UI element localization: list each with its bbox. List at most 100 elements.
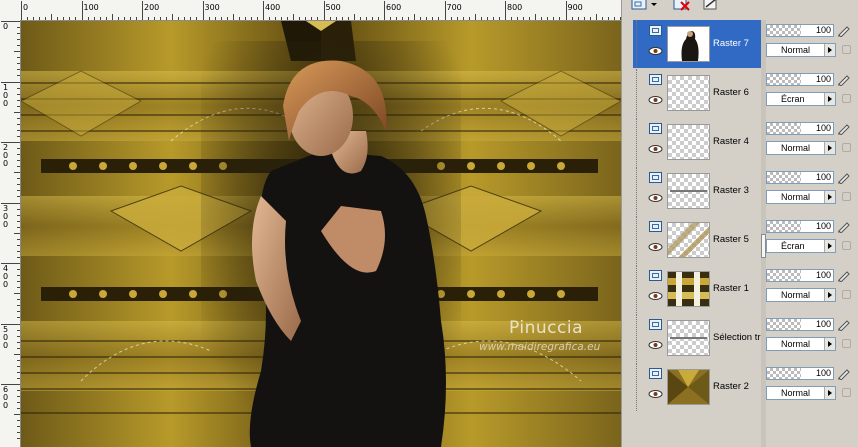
new-layer-icon[interactable] [631, 0, 657, 11]
delete-layer-icon[interactable] [673, 0, 691, 11]
edit-pen-icon[interactable] [837, 73, 851, 86]
ruler-tick [371, 17, 373, 20]
tree-line [636, 216, 637, 264]
layer-row[interactable]: Raster 1 [633, 265, 761, 313]
ruler-tick [547, 17, 549, 20]
layer-name: Raster 4 [713, 136, 749, 147]
ruler-tick [27, 17, 29, 20]
ruler-tick [14, 172, 20, 174]
blend-mode-select[interactable]: Normal [766, 190, 836, 204]
layer-thumbnail [667, 124, 710, 160]
opacity-slider[interactable]: 100 [766, 318, 834, 331]
edit-pen-icon[interactable] [837, 122, 851, 135]
opacity-slider[interactable]: 100 [766, 269, 834, 282]
layer-thumbnail [667, 222, 710, 258]
ruler-label: 600 [3, 385, 9, 410]
lock-transparency-icon[interactable] [842, 290, 851, 299]
layer-row[interactable]: Raster 3 [633, 167, 761, 215]
ruler-tick [601, 17, 603, 20]
opacity-checker [767, 270, 801, 281]
ruler-tick [87, 17, 89, 20]
ruler-tick [202, 1, 204, 20]
ruler-tick [456, 17, 458, 20]
ruler-tick [33, 17, 35, 20]
tree-line [636, 363, 637, 411]
ruler-tick [17, 311, 20, 313]
blend-mode-value: Normal [781, 290, 811, 300]
layer-row[interactable]: Raster 6 [633, 69, 761, 117]
ruler-tick [474, 14, 476, 20]
watermark-name: Pinuccia [509, 318, 583, 338]
blend-mode-select[interactable]: Normal [766, 43, 836, 57]
ruler-tick [293, 14, 295, 20]
ruler-label: 300 [3, 203, 9, 229]
ruler-tick [565, 1, 567, 20]
ruler-tick [81, 1, 83, 20]
opacity-slider[interactable]: 100 [766, 171, 834, 184]
visibility-eye-icon[interactable] [648, 340, 663, 350]
visibility-eye-icon[interactable] [648, 193, 663, 203]
opacity-slider[interactable]: 100 [766, 24, 834, 37]
ruler-tick [93, 17, 95, 20]
edit-pen-icon[interactable] [837, 171, 851, 184]
opacity-slider[interactable]: 100 [766, 122, 834, 135]
ruler-tick [208, 17, 210, 20]
ruler-tick [17, 408, 20, 410]
opacity-slider[interactable]: 100 [766, 73, 834, 86]
edit-pen-icon[interactable] [837, 269, 851, 282]
blend-mode-select[interactable]: Normal [766, 337, 836, 351]
lock-transparency-icon[interactable] [842, 143, 851, 152]
layer-row[interactable]: Raster 4 [633, 118, 761, 166]
visibility-eye-icon[interactable] [648, 144, 663, 154]
raster-layer-icon [649, 368, 662, 379]
blend-mode-select[interactable]: Normal [766, 288, 836, 302]
ruler-tick [17, 45, 20, 47]
layer-name: Raster 3 [713, 185, 749, 196]
lock-transparency-icon[interactable] [842, 388, 851, 397]
layer-row[interactable]: Raster 7 [633, 20, 761, 68]
blend-mode-select[interactable]: Écran [766, 92, 836, 106]
lock-transparency-icon[interactable] [842, 339, 851, 348]
ruler-tick [17, 117, 20, 119]
layer-thumbnail [667, 320, 710, 356]
dropdown-arrow-icon [824, 240, 835, 252]
blend-mode-select[interactable]: Normal [766, 386, 836, 400]
edit-pen-icon[interactable] [837, 24, 851, 37]
layer-thumbnail [667, 271, 710, 307]
layer-row[interactable]: Sélection tr [633, 314, 761, 362]
lock-transparency-icon[interactable] [842, 192, 851, 201]
ruler-tick [17, 371, 20, 373]
lock-transparency-icon[interactable] [842, 241, 851, 250]
layer-properties-icon[interactable] [703, 0, 721, 11]
visibility-eye-icon[interactable] [648, 291, 663, 301]
visibility-eye-icon[interactable] [648, 95, 663, 105]
dropdown-arrow-icon [824, 338, 835, 350]
layer-row[interactable]: Raster 2 [633, 363, 761, 411]
visibility-eye-icon[interactable] [648, 46, 663, 56]
layer-properties-row: 100 Normal [766, 265, 858, 313]
visibility-eye-icon[interactable] [648, 242, 663, 252]
opacity-slider[interactable]: 100 [766, 367, 834, 380]
edit-pen-icon[interactable] [837, 367, 851, 380]
layer-row[interactable]: Raster 5 [633, 216, 761, 264]
edit-pen-icon[interactable] [837, 220, 851, 233]
blend-mode-select[interactable]: Écran [766, 239, 836, 253]
ruler-label: 0 [23, 3, 29, 12]
lock-transparency-icon[interactable] [842, 45, 851, 54]
layer-thumbnail [667, 75, 710, 111]
blend-mode-select[interactable]: Normal [766, 141, 836, 155]
opacity-slider[interactable]: 100 [766, 220, 834, 233]
ruler-tick [17, 160, 20, 162]
lock-transparency-icon[interactable] [842, 94, 851, 103]
ruler-tick [353, 14, 355, 20]
layer-name: Raster 5 [713, 234, 749, 245]
ruler-tick [166, 17, 168, 20]
edit-pen-icon[interactable] [837, 318, 851, 331]
raster-layer-icon [649, 123, 662, 134]
ruler-tick [14, 232, 20, 234]
image-canvas[interactable]: Pinuccia www.maidiregrafica.eu [21, 21, 621, 447]
visibility-eye-icon[interactable] [648, 389, 663, 399]
ruler-tick [607, 17, 609, 20]
ruler-tick [135, 17, 137, 20]
layer-properties-row: 100 Écran [766, 69, 858, 117]
